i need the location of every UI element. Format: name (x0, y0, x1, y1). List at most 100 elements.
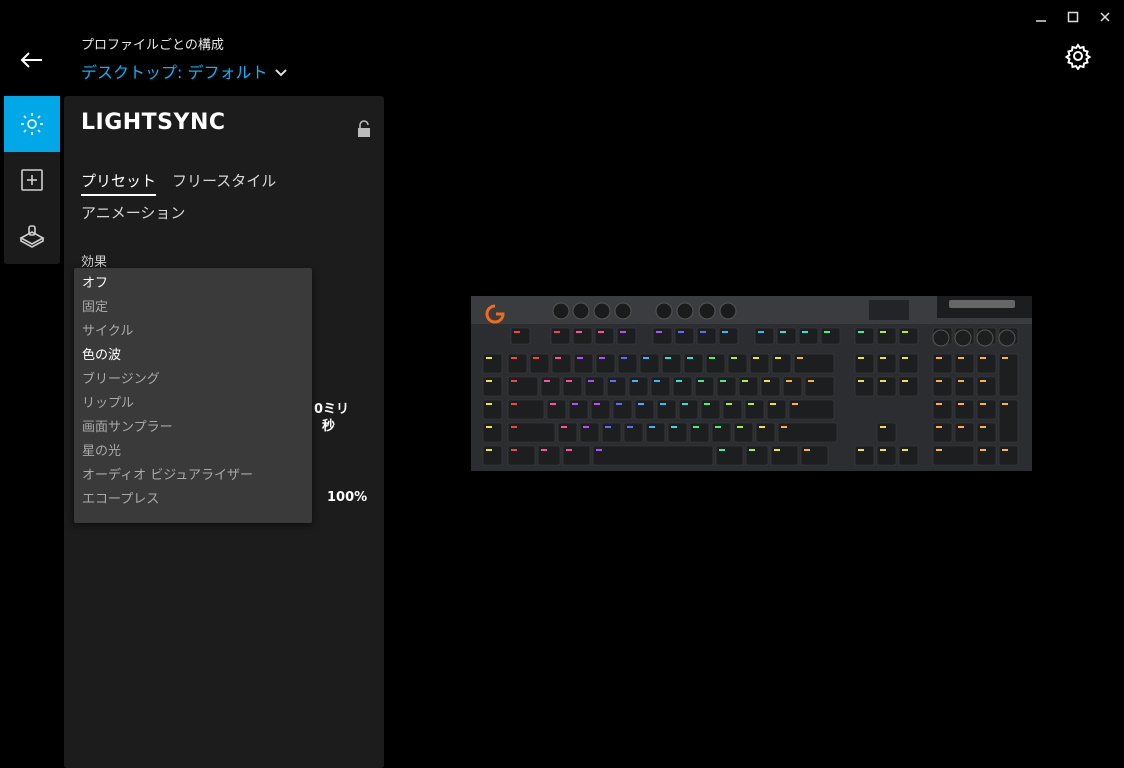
key-r0-2-glow (555, 357, 561, 359)
key-r1-6 (650, 376, 671, 397)
close-icon[interactable] (1096, 8, 1114, 26)
key-r1-2-glow (566, 380, 572, 382)
top-button-1 (572, 302, 590, 320)
key-r3-10-glow (759, 426, 765, 428)
effect-option-color-wave[interactable]: 色の波 (74, 344, 312, 368)
key-nav-1-0-glow (858, 380, 864, 382)
key-r1-1-glow (544, 380, 550, 382)
minimize-icon[interactable] (1032, 8, 1050, 26)
effect-option-echo-press[interactable]: エコープレス (74, 488, 312, 512)
key-r2-2-glow (572, 403, 578, 405)
chevron-down-icon (275, 69, 288, 77)
key-r2-5-glow (638, 403, 644, 405)
key-r2-7-glow (682, 403, 688, 405)
sidebar-item-assignments[interactable] (4, 152, 60, 208)
key-r0-0 (507, 353, 528, 374)
key-f-2 (572, 327, 593, 345)
key-r0-10-glow (731, 357, 737, 359)
maximize-icon[interactable] (1064, 8, 1082, 26)
key-r4-4 (715, 445, 744, 466)
key-f-1-glow (554, 331, 560, 333)
top-button-7 (719, 302, 737, 320)
key-r3-0-glow (511, 426, 517, 428)
key-r2-8 (700, 399, 721, 420)
key-r2-6-glow (660, 403, 666, 405)
key-numpad-4-2-glow (980, 449, 986, 451)
key-r4-0-glow (511, 449, 517, 451)
key-numpad-0-3-glow (1002, 357, 1008, 359)
key-r3-4 (623, 422, 644, 443)
tab-freestyle[interactable]: フリースタイル (172, 170, 276, 196)
key-numpad-2-1 (954, 399, 975, 420)
key-r0-4-glow (599, 357, 605, 359)
key-r0-5-glow (621, 357, 627, 359)
unlock-icon[interactable] (356, 120, 372, 138)
key-f-3 (594, 327, 615, 345)
key-f-14 (876, 327, 897, 345)
speed-value: 0ミリ 秒 (314, 401, 349, 435)
key-r2-9-glow (726, 403, 732, 405)
sidebar-item-lightsync[interactable] (4, 96, 60, 152)
key-r2-1-glow (550, 403, 556, 405)
brightness-value: 100% (327, 490, 368, 505)
key-macro-3 (482, 422, 503, 443)
key-r1-7-glow (676, 380, 682, 382)
key-numpad-3-0 (932, 422, 953, 443)
key-r2-0-glow (511, 403, 517, 405)
key-r1-9-glow (720, 380, 726, 382)
key-f-9 (754, 327, 775, 345)
mode-tabs: プリセット フリースタイル アニメーション (81, 170, 371, 226)
key-macro-1 (482, 376, 503, 397)
effect-option-ripple[interactable]: リップル (74, 392, 312, 416)
effect-option-off[interactable]: オフ (74, 272, 312, 296)
lightsync-icon (21, 113, 43, 135)
key-numpad-4-2 (976, 445, 997, 466)
key-r1-0-glow (511, 380, 517, 382)
key-r2-4 (612, 399, 633, 420)
settings-button[interactable] (1064, 42, 1092, 71)
key-r1-10 (738, 376, 759, 397)
key-arrow-up (876, 422, 897, 443)
key-r3-3-glow (605, 426, 611, 428)
key-r0-1 (529, 353, 550, 374)
key-r2-2 (568, 399, 589, 420)
tab-animation[interactable]: アニメーション (81, 202, 185, 226)
key-r3-4-glow (627, 426, 633, 428)
tab-presets[interactable]: プリセット (81, 170, 157, 196)
key-r2-3-glow (594, 403, 600, 405)
keyboard-preview (471, 296, 1032, 471)
effect-option-breathing[interactable]: ブリージング (74, 368, 312, 392)
key-r0-12-glow (775, 357, 781, 359)
effect-option-cycle[interactable]: サイクル (74, 320, 312, 344)
key-r0-0-glow (511, 357, 517, 359)
key-f-9-glow (758, 331, 764, 333)
key-numpad-4-3 (998, 445, 1019, 466)
key-f-5-glow (656, 331, 662, 333)
key-f-11-glow (802, 331, 808, 333)
key-f-7 (696, 327, 717, 345)
key-macro-4 (482, 445, 503, 466)
key-f-10-glow (780, 331, 786, 333)
assignments-plus-icon (21, 169, 43, 191)
key-nav-1-2 (898, 376, 919, 397)
effect-option-screen-sampler[interactable]: 画面サンプラー (74, 416, 312, 440)
key-r2-6 (656, 399, 677, 420)
key-r1-2 (562, 376, 583, 397)
key-r1-11 (760, 376, 781, 397)
key-r3-0 (507, 422, 556, 443)
profile-dropdown[interactable]: デスクトップ: デフォルト (81, 59, 288, 83)
media-key-3 (998, 329, 1016, 347)
key-numpad-0-0-glow (936, 357, 942, 359)
back-button[interactable] (18, 46, 46, 74)
sidebar-item-game-mode[interactable] (4, 208, 60, 264)
feature-sidebar (4, 96, 60, 264)
key-numpad-2-2 (976, 399, 997, 420)
effect-option-audio-visualizer[interactable]: オーディオ ビジュアライザー (74, 464, 312, 488)
key-r1-3-glow (588, 380, 594, 382)
effect-option-fixed[interactable]: 固定 (74, 296, 312, 320)
effect-option-starlight[interactable]: 星の光 (74, 440, 312, 464)
key-r4-7-glow (804, 449, 810, 451)
key-r0-11-glow (753, 357, 759, 359)
key-r0-7 (661, 353, 682, 374)
key-r1-5 (628, 376, 649, 397)
